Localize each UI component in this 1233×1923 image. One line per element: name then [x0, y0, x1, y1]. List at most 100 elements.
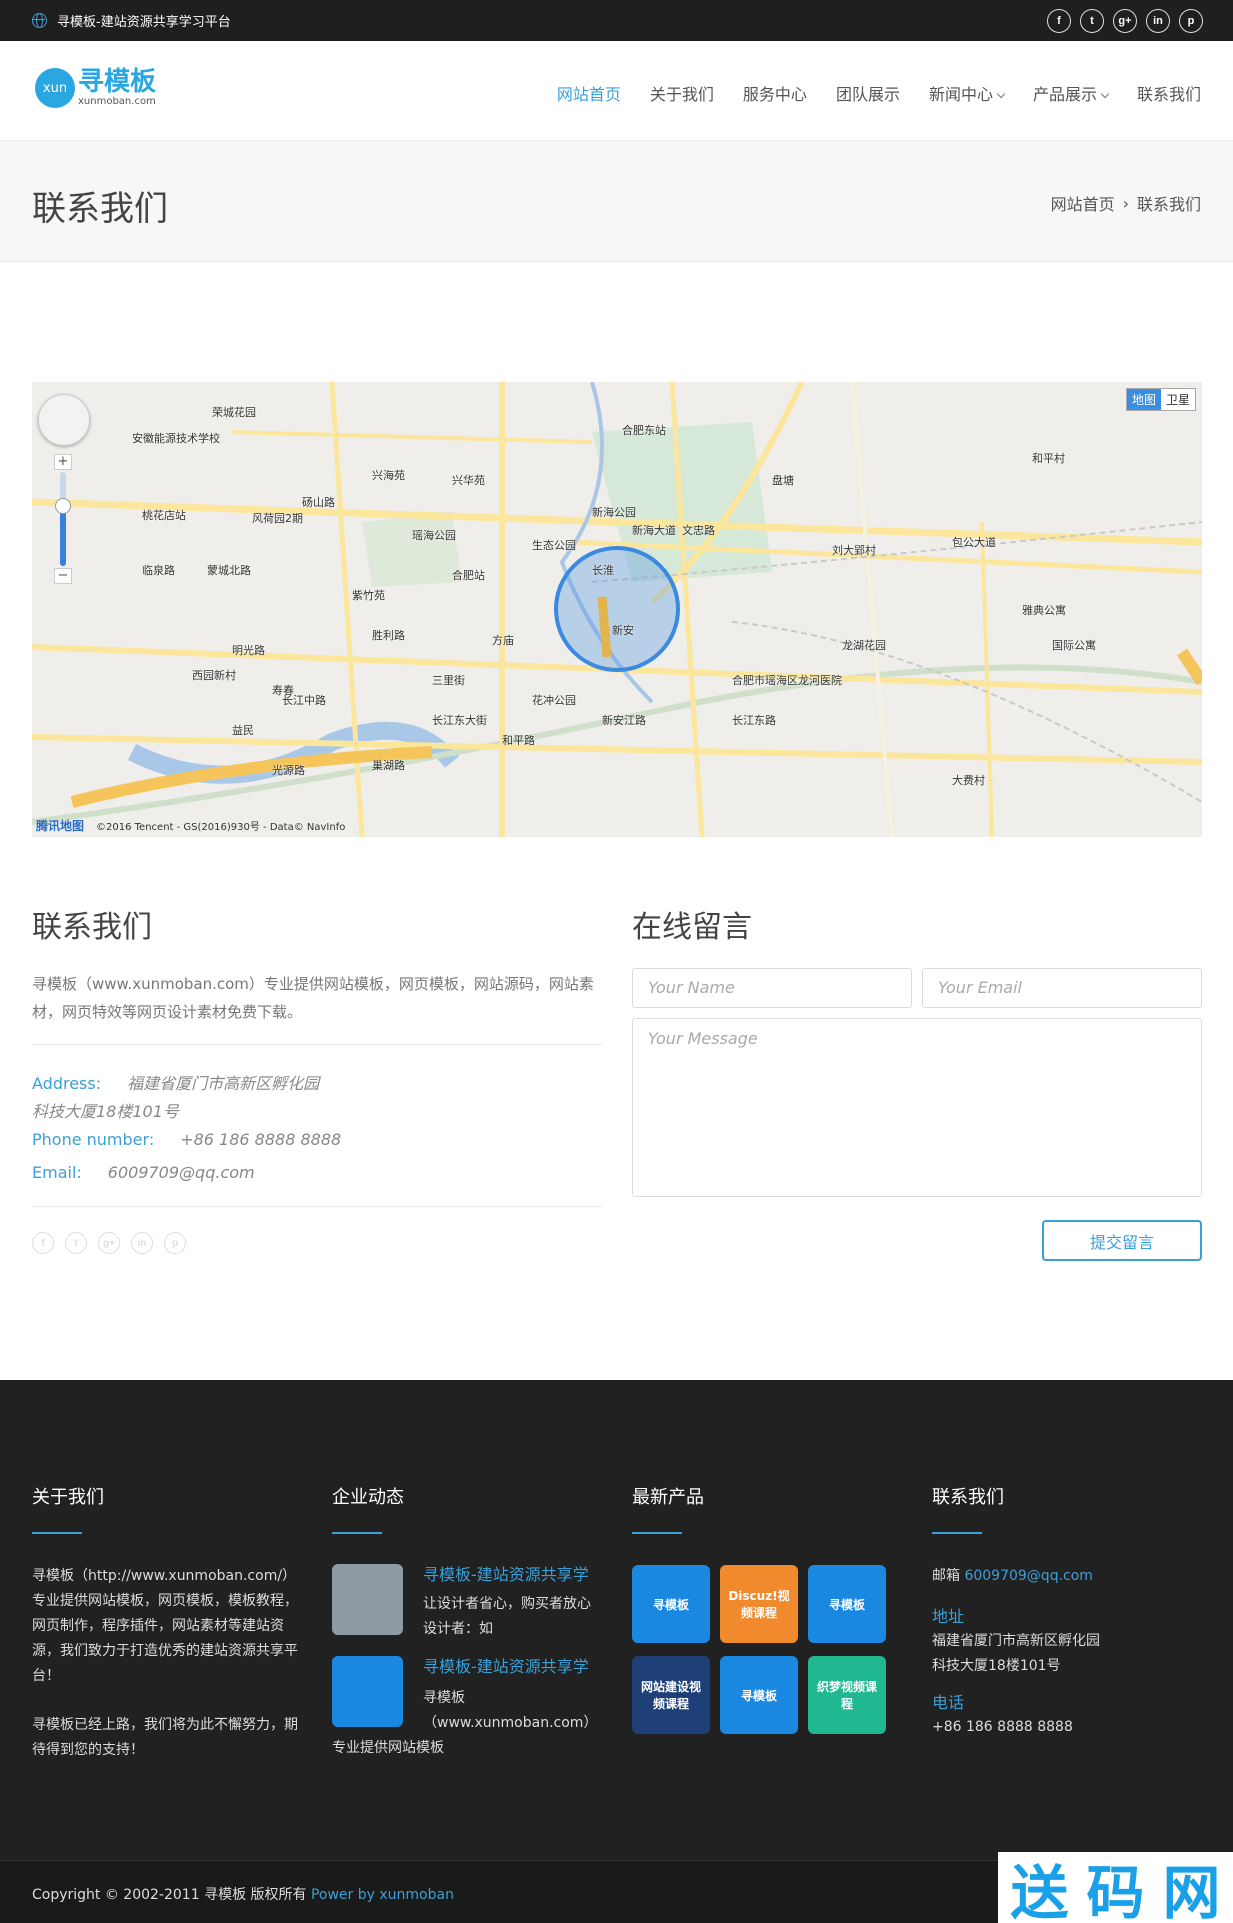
contact-intro: 寻模板（www.xunmoban.com）专业提供网站模板，网页模板，网站源码，…: [32, 975, 594, 1021]
email-row: Email: 6009709@qq.com: [32, 1163, 255, 1182]
map-copyright-text: ©2016 Tencent - GS(2016)930号 - Data© Nav…: [96, 822, 346, 833]
nav-item-about[interactable]: 关于我们: [650, 81, 714, 105]
nav-item-team[interactable]: 团队展示: [836, 81, 900, 105]
title-underline: [332, 1532, 382, 1534]
nav-item-services[interactable]: 服务中心: [743, 81, 807, 105]
facebook-icon[interactable]: f: [32, 1232, 54, 1254]
site-slogan: 寻模板-建站资源共享学习平台: [32, 11, 231, 30]
news-desc: 专业提供网站模板: [332, 1740, 444, 1756]
breadcrumb: 网站首页 › 联系我们: [1051, 191, 1201, 215]
nav-item-news-label: 新闻中心: [928, 85, 993, 104]
logo-domain: xunmoban.com: [78, 96, 156, 107]
news-thumbnail[interactable]: [332, 1564, 403, 1635]
map-type-map[interactable]: 地图: [1126, 389, 1161, 410]
zoom-in-button[interactable]: +: [54, 454, 72, 470]
map-label: 长淮: [592, 564, 614, 577]
map-label: 刘大郢村: [832, 544, 876, 557]
map-type-toggle[interactable]: 地图 卫星: [1125, 388, 1196, 411]
copyright-text: Copyright © 2002-2011 寻模板 版权所有 Power by …: [32, 1884, 454, 1904]
map-label: 新安江路: [602, 714, 646, 727]
powered-by-link[interactable]: Power by xunmoban: [311, 1887, 454, 1903]
news-thumbnail[interactable]: [332, 1656, 403, 1727]
zoom-slider-handle[interactable]: [55, 498, 71, 514]
map-copyright: 腾讯地图 ©2016 Tencent - GS(2016)930号 - Data…: [36, 817, 345, 834]
product-thumbnail[interactable]: Discuz!视频课程: [720, 1565, 798, 1643]
footer-about-title: 关于我们: [32, 1487, 104, 1508]
map-zoom-control[interactable]: + −: [54, 454, 72, 584]
breadcrumb-home[interactable]: 网站首页: [1051, 191, 1115, 215]
product-thumbnail[interactable]: 寻模板: [808, 1565, 886, 1643]
watermark-char: 码: [1086, 1858, 1145, 1923]
footer-about-text-2: 寻模板已经上路，我们将为此不懈努力，期待得到您的支持！: [32, 1717, 298, 1758]
phone-row: Phone number: +86 186 8888 8888: [32, 1130, 341, 1149]
google-plus-icon[interactable]: g+: [98, 1232, 120, 1254]
news-title[interactable]: 寻模板-建站资源共享学: [423, 1561, 589, 1585]
map-label: 桃花店站: [142, 509, 186, 522]
phone-label: Phone number:: [32, 1130, 155, 1149]
contact-heading: 联系我们: [32, 910, 152, 945]
linkedin-icon[interactable]: in: [131, 1232, 153, 1254]
title-underline: [32, 1532, 82, 1534]
nav-item-contact[interactable]: 联系我们: [1137, 81, 1201, 105]
product-thumbnail[interactable]: 寻模板: [632, 1565, 710, 1643]
map-label: 龙湖花园: [842, 639, 886, 652]
map-label: 新安: [612, 624, 634, 637]
map-label: 雅典公寓: [1022, 604, 1066, 617]
logo-badge: xun: [35, 68, 75, 108]
map-label: 安徽能源技术学校: [132, 432, 220, 445]
map-labels: 荣城花园 安徽能源技术学校 兴海苑 兴华苑 合肥东站 桃花店站 风荷园2期 砀山路 瑶海公园 新海…: [32, 382, 1202, 837]
pinterest-icon[interactable]: p: [164, 1232, 186, 1254]
map-label: 盘塘: [772, 474, 794, 487]
map-label: 新海公园: [592, 506, 636, 519]
map-label: 西园新村: [192, 669, 236, 682]
pinterest-icon[interactable]: p: [1179, 9, 1203, 33]
chevron-down-icon: [1100, 89, 1110, 99]
mail-value[interactable]: 6009709@qq.com: [964, 1568, 1092, 1584]
copyright-label: Copyright © 2002-2011 寻模板 版权所有: [32, 1887, 311, 1903]
nav-item-news[interactable]: 新闻中心: [928, 81, 1006, 105]
submit-message-button[interactable]: 提交留言: [1042, 1220, 1202, 1261]
product-label: 寻模板: [740, 1688, 777, 1703]
nav-item-products[interactable]: 产品展示: [1033, 81, 1110, 105]
product-thumbnail[interactable]: 寻模板: [720, 1656, 798, 1734]
map-widget[interactable]: 荣城花园 安徽能源技术学校 兴海苑 兴华苑 合肥东站 桃花店站 风荷园2期 砀山路 瑶海公园 新海…: [32, 382, 1202, 837]
site-logo[interactable]: xun 寻模板 xunmoban.com: [35, 68, 156, 108]
map-label: 合肥站: [452, 569, 485, 582]
product-grid: 寻模板 Discuz!视频课程 寻模板 网站建设视频课程 寻模板 织梦视频课程: [632, 1565, 902, 1735]
email-label: Email:: [32, 1163, 82, 1182]
news-title[interactable]: 寻模板-建站资源共享学: [423, 1653, 589, 1677]
linkedin-icon[interactable]: in: [1146, 9, 1170, 33]
map-pan-control[interactable]: [38, 394, 90, 446]
nav-item-home[interactable]: 网站首页: [557, 81, 621, 105]
name-input[interactable]: Your Name: [632, 968, 912, 1008]
map-label: 大费村: [952, 774, 985, 787]
page-title-bar: 联系我们 网站首页 › 联系我们: [0, 141, 1233, 262]
watermark-char: 送: [1010, 1858, 1069, 1923]
map-label: 和平村: [1032, 452, 1065, 465]
facebook-icon[interactable]: f: [1047, 9, 1071, 33]
twitter-icon[interactable]: t: [65, 1232, 87, 1254]
main-nav: 网站首页 关于我们 服务中心 团队展示 新闻中心 产品展示 联系我们: [557, 81, 1201, 105]
map-brand: 腾讯地图: [36, 819, 85, 833]
map-label: 长江东路: [732, 714, 776, 727]
social-links-top: f t g+ in p: [1047, 9, 1203, 33]
product-label: 寻模板: [652, 1597, 689, 1612]
message-textarea[interactable]: Your Message: [632, 1018, 1202, 1197]
email-input[interactable]: Your Email: [922, 968, 1202, 1008]
address-label: Address:: [32, 1074, 102, 1093]
zoom-out-button[interactable]: −: [54, 568, 72, 584]
map-label: 方庙: [492, 634, 514, 647]
address-row: Address: 福建省厦门市高新区孵化园: [32, 1070, 319, 1094]
address-row-2: 科技大厦18楼101号: [32, 1102, 179, 1121]
addr-line-1: 福建省厦门市高新区孵化园: [932, 1633, 1100, 1649]
footer-news: 企业动态 寻模板-建站资源共享学 让设计者省心，购买者放心 设计者：如 寻模板-…: [332, 1483, 602, 1756]
product-thumbnail[interactable]: 织梦视频课程: [808, 1656, 886, 1734]
map-label: 巢湖路: [372, 759, 405, 772]
map-label: 兴海苑: [372, 469, 405, 482]
map-label: 瑶海公园: [412, 529, 456, 542]
map-type-satellite[interactable]: 卫星: [1161, 389, 1195, 410]
product-thumbnail[interactable]: 网站建设视频课程: [632, 1656, 710, 1734]
title-underline: [632, 1532, 682, 1534]
twitter-icon[interactable]: t: [1080, 9, 1104, 33]
google-plus-icon[interactable]: g+: [1113, 9, 1137, 33]
